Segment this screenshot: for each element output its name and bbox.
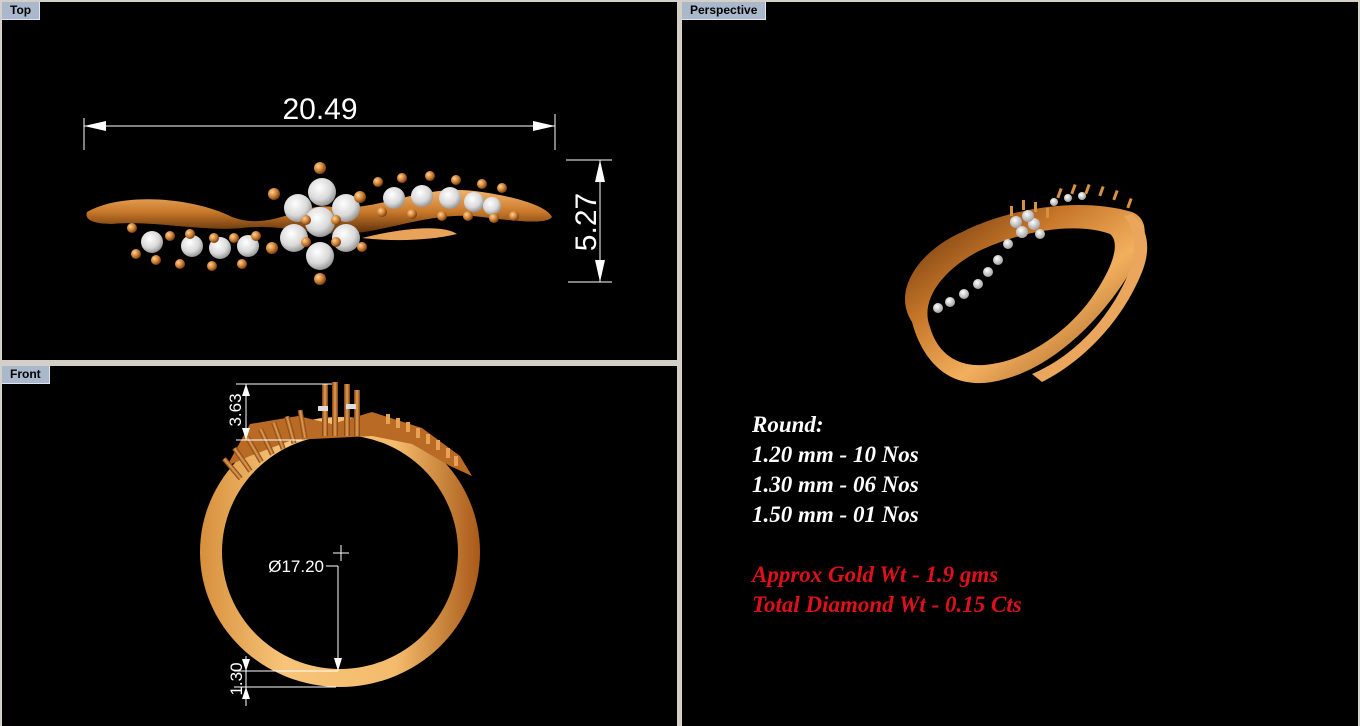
ring-perspective-shape	[905, 183, 1148, 384]
dimension-diameter-label: Ø17.20	[268, 557, 324, 576]
stone-row-3: 1.50 mm - 01 Nos	[752, 502, 919, 527]
top-viewport[interactable]: Top 20.49 5.27	[2, 2, 677, 360]
gold-weight-text: Approx Gold Wt - 1.9 gms	[752, 562, 999, 587]
perspective-viewport[interactable]: Perspective Round: 1.20 mm - 10 Nos 1.30…	[682, 2, 1358, 726]
diamond-weight-text: Total Diamond Wt - 0.15 Cts	[752, 592, 1022, 617]
dimension-shank-label: 1.30	[227, 662, 246, 695]
stone-list-heading: Round:	[752, 412, 824, 437]
dimension-head-label: 3.63	[226, 393, 245, 426]
stone-row-1: 1.20 mm - 10 Nos	[752, 442, 919, 467]
front-view-drawing: 3.63 Ø17.20 1.30	[200, 382, 480, 706]
dimension-height-label: 5.27	[570, 193, 603, 251]
dimension-width-label: 20.49	[282, 93, 357, 126]
stone-weight-notes: Round: 1.20 mm - 10 Nos 1.30 mm - 06 Nos…	[752, 410, 1022, 620]
stone-row-2: 1.30 mm - 06 Nos	[752, 472, 919, 497]
front-viewport[interactable]: Front 3.63 Ø17.20 1.30	[2, 366, 677, 726]
ring-front-shape	[200, 382, 480, 687]
top-view-drawing: 20.49 5.27	[83, 93, 612, 285]
